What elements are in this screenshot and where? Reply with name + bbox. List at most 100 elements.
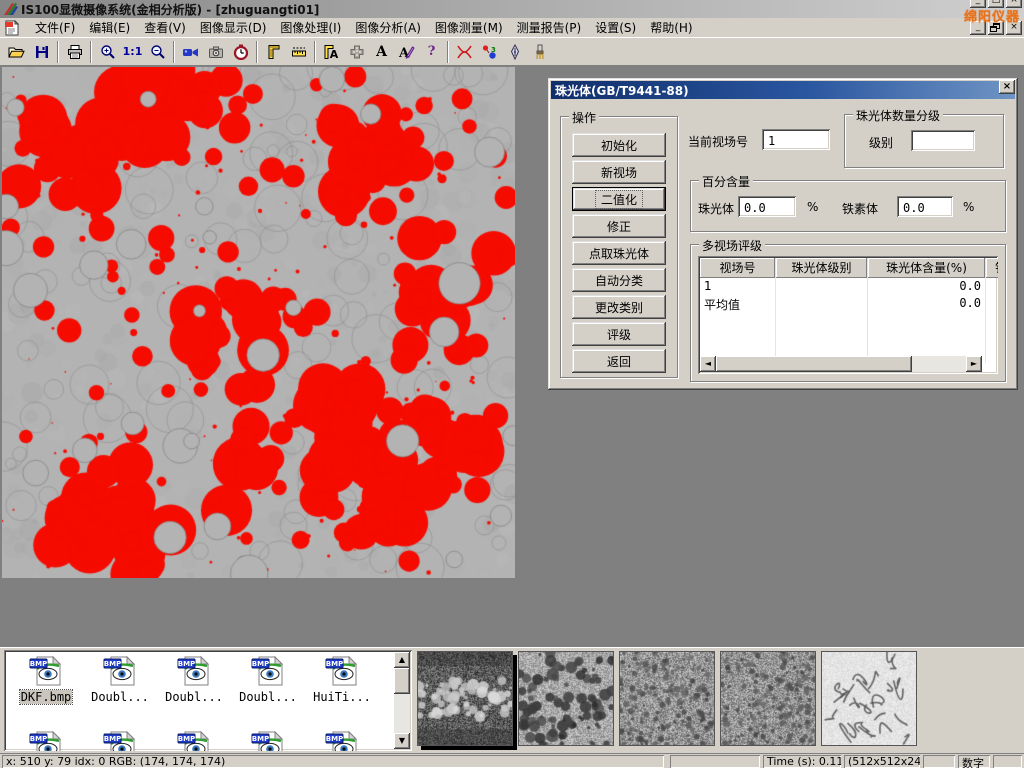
scrollbar-thumb[interactable] [716,356,912,372]
measure-text-button[interactable]: A [319,40,344,64]
menu-item-10[interactable]: 帮助(H) [643,17,699,38]
op-button-5[interactable]: 点取珠光体 [572,241,666,265]
thumbnail-4[interactable] [720,651,816,746]
op-button-9[interactable]: 返回 [572,349,666,373]
thumbnail-3[interactable] [619,651,715,746]
count-particles-button[interactable]: 3 [477,40,502,64]
level-input[interactable] [911,130,975,151]
menu-bar: 文件(F)编辑(E)查看(V)图像显示(D)图像处理(I)图像分析(A)图像测量… [0,18,1024,38]
operation-group: 操作 初始化新视场二值化修正点取珠光体自动分类更改类别评级返回 [560,116,678,378]
table-cell [868,329,986,346]
grid-cross-button[interactable] [344,40,369,64]
op-button-3[interactable]: 二值化 [572,187,666,211]
op-button-6[interactable]: 自动分类 [572,268,666,292]
table-cell: 1 [700,278,776,295]
dialog-title-bar[interactable]: 珠光体(GB/T9441-88) [551,81,1015,99]
table-row[interactable]: 10.0 [700,278,998,295]
menu-item-1[interactable]: 文件(F) [28,17,82,38]
svg-text:BMP: BMP [178,735,195,743]
menu-item-2[interactable]: 编辑(E) [82,17,137,38]
table-cell: 平均值 [700,295,776,312]
toolbar-separator [447,41,449,63]
actual-size-button[interactable]: 1:1 [120,40,145,64]
annotate-icon: A [398,44,415,60]
brush-icon [532,44,548,60]
thumbnail-1[interactable] [417,651,513,746]
text-label-button[interactable]: A [369,40,394,64]
pen-tool-button[interactable] [502,40,527,64]
annotate-button[interactable]: A [394,40,419,64]
op-button-4[interactable]: 修正 [572,214,666,238]
scroll-right-icon[interactable]: ► [966,356,982,372]
menu-item-7[interactable]: 图像测量(M) [428,17,510,38]
menu-item-6[interactable]: 图像分析(A) [348,17,428,38]
op-button-8[interactable]: 评级 [572,322,666,346]
brush-button[interactable] [527,40,552,64]
text-label-icon: A [376,44,387,60]
menu-item-5[interactable]: 图像处理(I) [273,17,348,38]
toolbar-separator [57,41,59,63]
file-item-row2-3[interactable]: BMP [158,730,230,751]
menu-item-3[interactable]: 查看(V) [137,17,193,38]
table-cell [986,329,998,346]
file-item-1[interactable]: BMPDKF.bmp [10,655,82,704]
save-icon [34,44,50,60]
ruler-button[interactable] [286,40,311,64]
thumbnail-5[interactable] [821,651,917,746]
pearlite-label: 珠光体 [698,200,734,217]
curve-tool-button[interactable] [452,40,477,64]
current-field-input[interactable] [762,129,830,150]
svg-text:BMP: BMP [104,735,121,743]
table-row[interactable] [700,312,998,329]
scroll-up-icon[interactable]: ▲ [394,652,410,668]
thumbnail-2[interactable] [518,651,614,746]
ferrite-input[interactable] [897,196,953,217]
camera-button[interactable] [203,40,228,64]
table-horizontal-scrollbar[interactable]: ◄ ► [700,356,982,372]
menu-item-9[interactable]: 设置(S) [588,17,643,38]
op-button-2[interactable]: 新视场 [572,160,666,184]
zoom-in-button[interactable] [95,40,120,64]
percent-group-label: 百分含量 [699,173,753,190]
child-window-icon[interactable] [4,20,20,36]
measure-text-icon: A [323,44,340,60]
op-button-label: 评级 [607,326,631,343]
menu-item-4[interactable]: 图像显示(D) [193,17,274,38]
scrollbar-thumb[interactable] [394,668,410,694]
menu-item-8[interactable]: 测量报告(P) [510,17,589,38]
rating-table[interactable]: 视场号珠光体级别珠光体含量(%)铁素体含量(%)10.0平均值0.0 ◄ ► [698,256,998,374]
dialog-close-button[interactable]: × [999,80,1015,94]
pearlite-input[interactable] [738,196,796,217]
svg-text:BMP: BMP [326,660,343,668]
table-row[interactable]: 平均值0.0 [700,295,998,312]
micrograph-image[interactable] [2,67,515,578]
file-item-2[interactable]: BMPDoubl... [84,655,156,704]
table-row[interactable] [700,329,998,346]
file-item-5[interactable]: BMPHuiTi... [306,655,378,704]
file-list-scrollbar[interactable]: ▲ ▼ [394,652,410,749]
video-camera-button[interactable] [178,40,203,64]
zoom-out-button[interactable] [145,40,170,64]
op-button-7[interactable]: 更改类别 [572,295,666,319]
file-item-row2-5[interactable]: BMP [306,730,378,751]
percent-group: 百分含量 珠光体 % 铁素体 % [690,180,1006,232]
file-item-row2-4[interactable]: BMP [232,730,304,751]
op-button-1[interactable]: 初始化 [572,133,666,157]
help-button[interactable]: ? [419,40,444,64]
file-list[interactable]: BMPDKF.bmpBMPDoubl...BMPDoubl...BMPDoubl… [4,650,412,751]
file-item-4[interactable]: BMPDoubl... [232,655,304,704]
toolbar: 1:1AAA?3 [0,38,1024,66]
file-item-row2-1[interactable]: BMP [10,730,82,751]
timer-button[interactable] [228,40,253,64]
caliper-button[interactable] [261,40,286,64]
grading-group: 珠光体数量分级 级别 [844,114,1004,168]
file-item-3[interactable]: BMPDoubl... [158,655,230,704]
scroll-down-icon[interactable]: ▼ [394,733,410,749]
file-item-row2-2[interactable]: BMP [84,730,156,751]
scroll-left-icon[interactable]: ◄ [700,356,716,372]
print-button[interactable] [62,40,87,64]
status-empty-3 [993,755,1022,768]
save-button[interactable] [29,40,54,64]
open-button[interactable] [4,40,29,64]
svg-text:BMP: BMP [104,660,121,668]
